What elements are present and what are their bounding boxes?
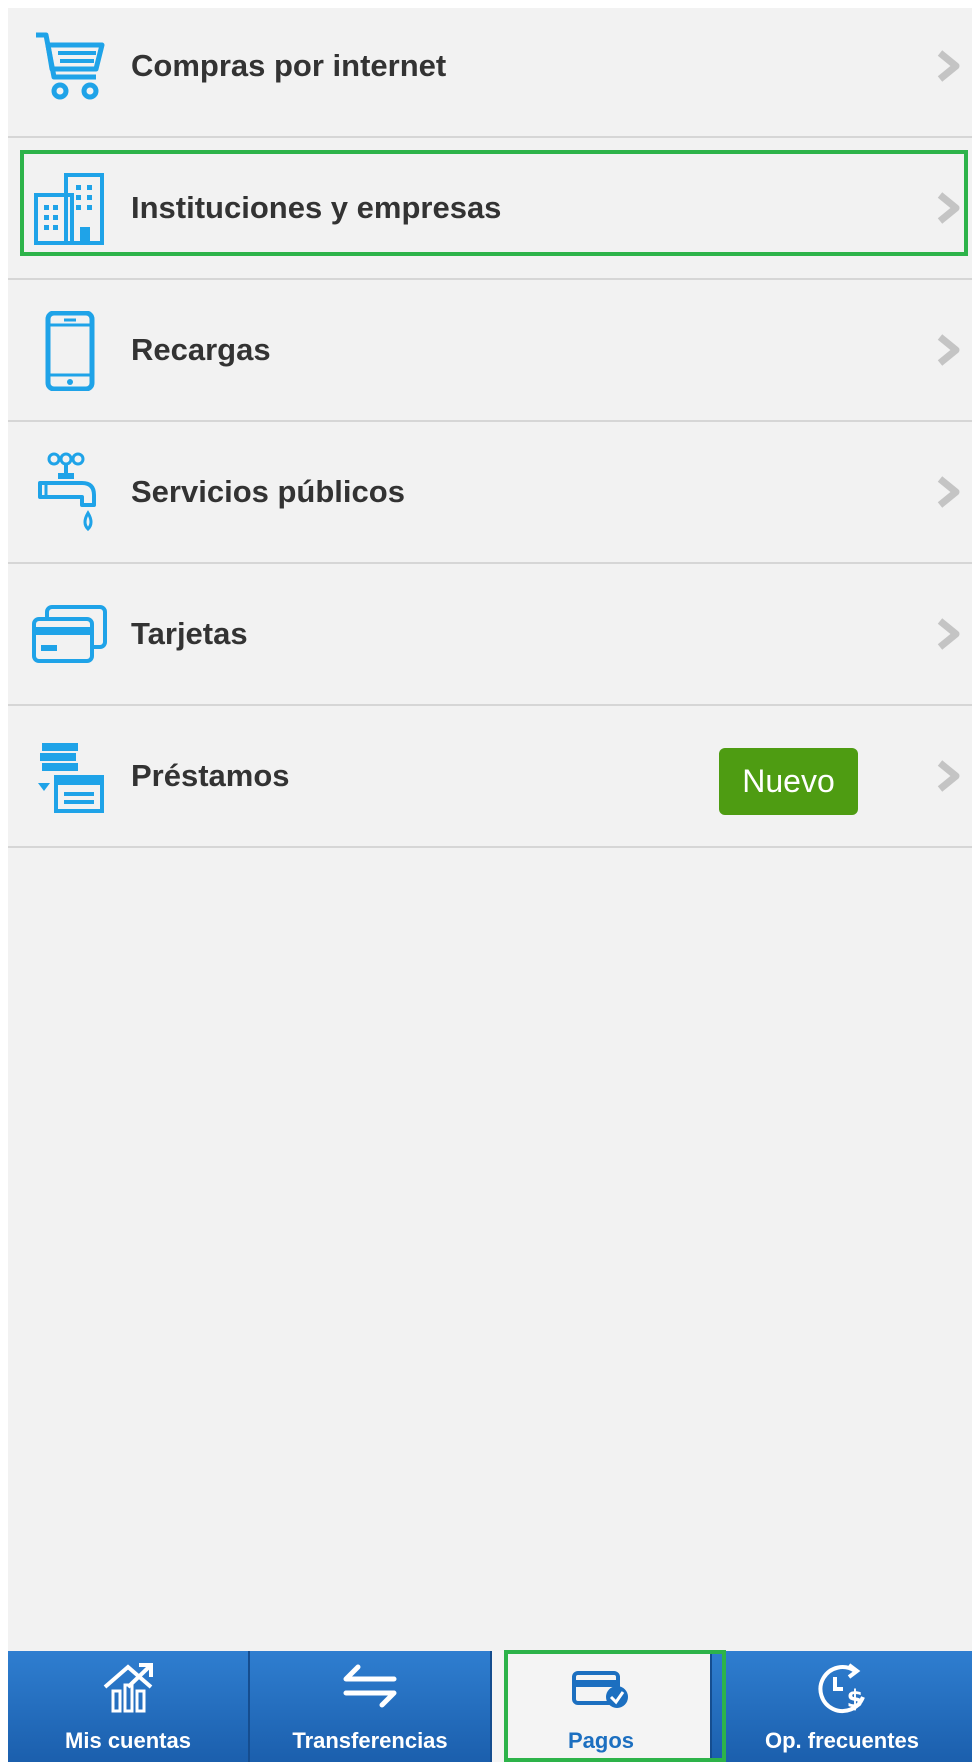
chevron-right-icon [934,618,962,650]
menu-item-label: Servicios públicos [131,474,405,509]
transfer-arrows-icon [340,1661,400,1716]
menu-item-tarjetas[interactable]: Tarjetas [8,564,972,706]
chevron-right-icon [934,760,962,792]
buildings-icon [30,167,110,251]
menu-item-compras-internet[interactable]: Compras por internet [8,8,972,138]
nav-tab-pagos[interactable]: Pagos [492,1651,710,1762]
menu-item-label: Préstamos [131,758,290,793]
chevron-right-icon [934,476,962,508]
clock-dollar-icon: $ [815,1661,869,1720]
nav-tab-transferencias[interactable]: Transferencias [250,1651,492,1762]
chevron-right-icon [934,50,962,82]
nav-tab-label: Mis cuentas [65,1728,191,1753]
menu-item-label: Recargas [131,332,271,367]
loan-icon [30,735,110,819]
bottom-navigation: Mis cuentas Transferencias Pagos $ Op. f… [8,1651,972,1762]
menu-item-prestamos[interactable]: Préstamos Nuevo [8,706,972,848]
menu-item-label: Tarjetas [131,616,248,651]
nav-tab-mis-cuentas[interactable]: Mis cuentas [8,1651,250,1762]
menu-item-recargas[interactable]: Recargas [8,280,972,422]
nav-tab-op-frecuentes[interactable]: $ Op. frecuentes [710,1651,972,1762]
menu-item-label: Instituciones y empresas [131,190,502,225]
payment-card-icon [571,1669,631,1716]
chevron-right-icon [934,334,962,366]
svg-text:$: $ [847,1685,864,1713]
nav-tab-label: Transferencias [292,1728,448,1753]
shopping-cart-icon [30,25,110,109]
cards-icon [30,593,110,677]
menu-item-servicios-publicos[interactable]: Servicios públicos [8,422,972,564]
water-tap-icon [30,451,110,535]
new-badge: Nuevo [719,748,858,815]
app-screen: Compras por internet Instituciones y emp… [8,8,972,1762]
chevron-right-icon [934,192,962,224]
nav-tab-label: Pagos [567,1728,635,1753]
menu-item-instituciones-empresas[interactable]: Instituciones y empresas [8,138,972,280]
accounts-chart-icon [101,1661,155,1718]
smartphone-icon [30,309,110,393]
nav-tab-label: Op. frecuentes [764,1728,920,1753]
menu-item-label: Compras por internet [131,48,447,83]
